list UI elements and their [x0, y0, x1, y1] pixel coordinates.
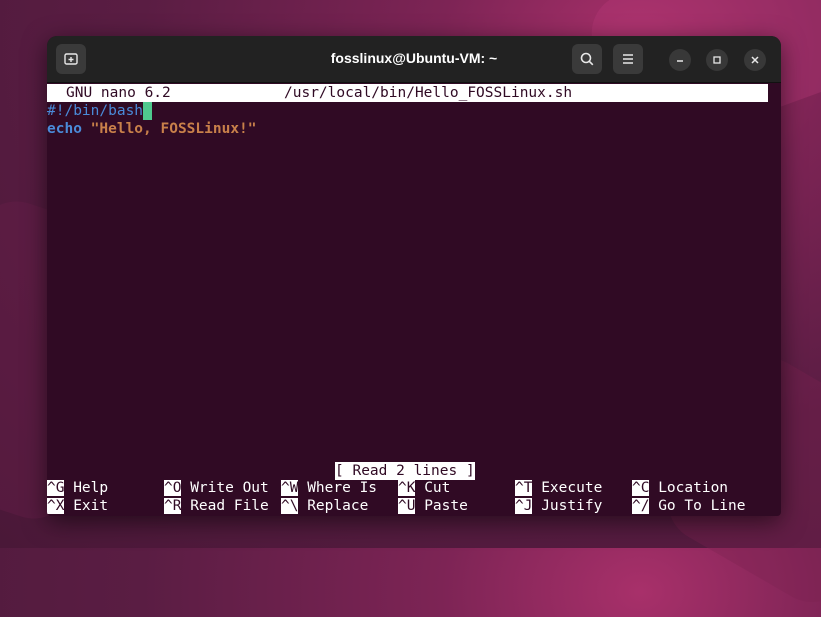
minimize-button[interactable]: [669, 49, 691, 71]
title-bar[interactable]: fosslinux@Ubuntu-VM: ~: [47, 36, 781, 83]
shortcut-help[interactable]: ^G Help: [47, 479, 108, 497]
status-message: [ Read 2 lines ]: [335, 462, 475, 480]
menu-button[interactable]: [613, 44, 643, 74]
code-line-1[interactable]: #!/bin/bash: [47, 102, 153, 120]
code-line-2[interactable]: echo "Hello, FOSSLinux!": [47, 120, 257, 138]
shortcut-paste[interactable]: ^U Paste: [398, 497, 468, 515]
shortcut-cut[interactable]: ^K Cut: [398, 479, 450, 497]
search-icon: [580, 52, 594, 66]
maximize-button[interactable]: [706, 49, 728, 71]
shortcut-location[interactable]: ^C Location: [632, 479, 728, 497]
search-button[interactable]: [572, 44, 602, 74]
shortcut-justify[interactable]: ^J Justify: [515, 497, 602, 515]
echo-string: "Hello, FOSSLinux!": [90, 121, 257, 137]
close-button[interactable]: [744, 49, 766, 71]
echo-keyword: echo: [47, 121, 82, 137]
nano-filename: /usr/local/bin/Hello_FOSSLinux.sh: [284, 85, 573, 101]
shortcut-go-to-line[interactable]: ^/ Go To Line: [632, 497, 746, 515]
maximize-icon: [713, 56, 721, 64]
shortcut-row-2: ^X Exit ^R Read File ^\ Replace ^U Paste…: [47, 497, 781, 515]
terminal-area[interactable]: GNU nano 6.2 /usr/local/bin/Hello_FOSSLi…: [47, 83, 781, 516]
text-cursor: [143, 102, 153, 120]
shortcut-where-is[interactable]: ^W Where Is: [281, 479, 377, 497]
nano-header-bar: GNU nano 6.2 /usr/local/bin/Hello_FOSSLi…: [47, 84, 768, 102]
shortcut-execute[interactable]: ^T Execute: [515, 479, 602, 497]
shortcut-replace[interactable]: ^\ Replace: [281, 497, 368, 515]
terminal-window: fosslinux@Ubuntu-VM: ~ GNU nano 6.2 /usr…: [47, 36, 781, 516]
nano-version: GNU nano 6.2: [66, 85, 171, 101]
shortcut-exit[interactable]: ^X Exit: [47, 497, 108, 515]
close-icon: [751, 56, 759, 64]
shortcut-read-file[interactable]: ^R Read File: [164, 497, 269, 515]
shortcut-row-1: ^G Help ^O Write Out ^W Where Is ^K Cut …: [47, 479, 781, 497]
minimize-icon: [677, 60, 683, 62]
hamburger-menu-icon: [623, 54, 633, 64]
shortcut-write-out[interactable]: ^O Write Out: [164, 479, 269, 497]
shebang-text: #!/bin/bash: [47, 103, 144, 119]
